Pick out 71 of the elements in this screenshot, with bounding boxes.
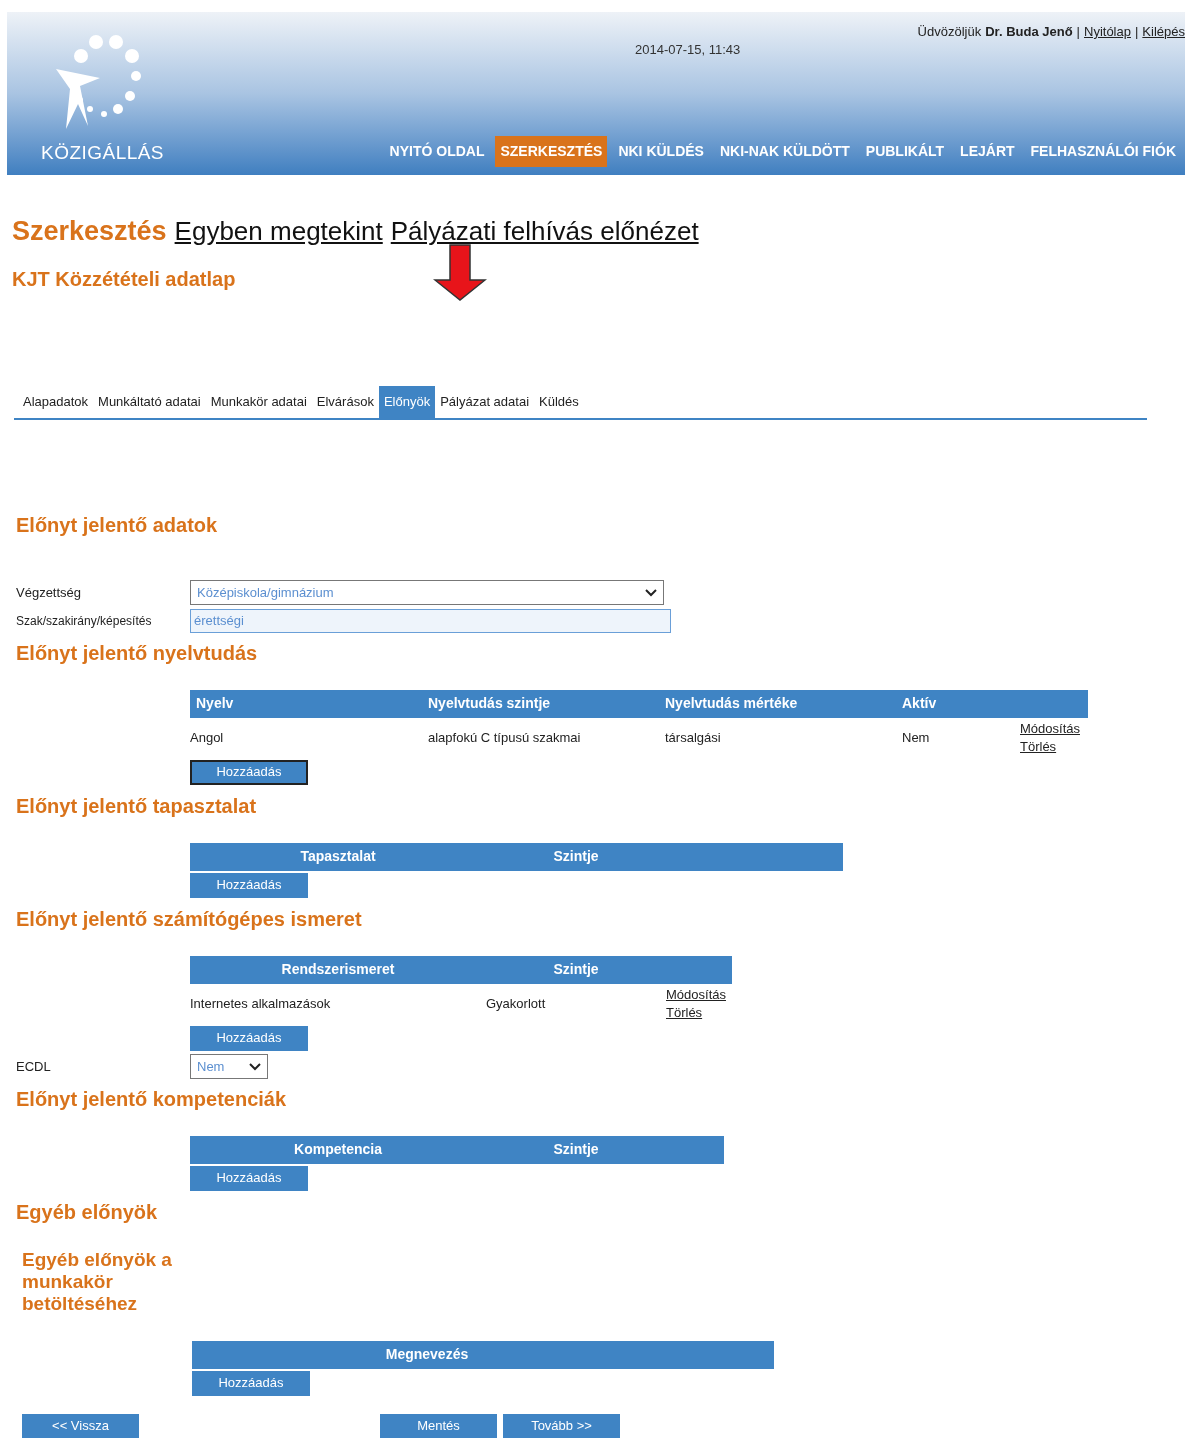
form-tab[interactable]: Elvárások	[311, 385, 379, 418]
section-heading: Előnyt jelentő tapasztalat	[16, 793, 258, 819]
header-link[interactable]: Kilépés	[1142, 22, 1185, 134]
nav-item[interactable]: SZERKESZTÉS	[495, 136, 608, 167]
field-label: Végzettség	[16, 583, 83, 602]
section-heading: Előnyt jelentő nyelvtudás	[16, 640, 259, 666]
arrow-drawing	[433, 243, 488, 302]
table-cell-text: Nem	[902, 728, 931, 747]
table-cell-text: társalgási	[665, 728, 722, 747]
add-button[interactable]: Hozzáadás	[190, 759, 308, 785]
section-heading: Előnyt jelentő adatok	[16, 512, 219, 538]
nav-button[interactable]: << Vissza	[22, 1413, 139, 1438]
nav-button[interactable]: Mentés	[380, 1413, 497, 1438]
datetime: 2014-07-15, 11:43	[635, 41, 741, 59]
column-header: Nyelv	[195, 694, 235, 713]
chevron-down-icon	[644, 587, 658, 598]
header-link[interactable]: Nyitólap	[1084, 22, 1131, 134]
section-heading: Egyéb előnyök	[16, 1199, 159, 1225]
action-link[interactable]: Módosítás	[1020, 719, 1088, 738]
separator-text: |	[1076, 23, 1080, 41]
field-label: Szak/szakirány/képesítés	[16, 612, 153, 630]
table-cell-text: Internetes alkalmazások	[190, 994, 332, 1013]
action-link[interactable]: Módosítás	[666, 985, 732, 1004]
nav-item[interactable]: LEJÁRT	[955, 136, 1020, 167]
column-header: Nyelvtudás mértéke	[665, 694, 799, 713]
column-header: Szintje	[552, 960, 600, 979]
chevron-down-icon	[248, 1061, 262, 1072]
field-label: ECDL	[16, 1057, 52, 1076]
column-header: Aktív	[902, 694, 938, 713]
nav-item[interactable]: FELHASZNÁLÓI FIÓK	[1025, 136, 1181, 167]
add-button[interactable]: Hozzáadás	[190, 1165, 308, 1191]
select-field[interactable]: Nem	[190, 1054, 268, 1080]
nav-button[interactable]: Tovább >>	[503, 1413, 620, 1438]
title-link[interactable]: Pályázati felhívás előnézet	[390, 212, 699, 251]
section-heading: Előnyt jelentő kompetenciák	[16, 1086, 288, 1112]
nav-item[interactable]: NKI KÜLDÉS	[613, 136, 709, 167]
action-link[interactable]: Törlés	[666, 1003, 732, 1022]
user-name: Dr. Buda Jenő	[985, 23, 1073, 41]
table-cell-text: Gyakorlott	[486, 994, 547, 1013]
column-header: Szintje	[552, 847, 600, 866]
table-cell-text: Angol	[190, 728, 225, 747]
add-button[interactable]: Hozzáadás	[190, 1025, 308, 1051]
column-header: Kompetencia	[293, 1140, 383, 1159]
column-header: Megnevezés	[384, 1345, 470, 1364]
nav-item[interactable]: PUBLIKÁLT	[860, 136, 950, 167]
section-heading: Egyéb előnyök a munkakör betöltéséhez	[22, 1248, 173, 1315]
select-field[interactable]: Középiskola/gimnázium	[190, 580, 664, 606]
separator-text: |	[1134, 23, 1139, 41]
greeting-text: Üdvözöljük	[917, 23, 982, 41]
add-button[interactable]: Hozzáadás	[190, 872, 308, 898]
column-header: Szintje	[552, 1140, 600, 1159]
logo-text: KÖZIGÁLLÁS	[41, 140, 165, 165]
form-tab[interactable]: Előnyök	[378, 385, 436, 418]
form-tab[interactable]: Pályázat adatai	[435, 385, 535, 418]
form-tab[interactable]: Alapadatok	[18, 385, 94, 418]
action-link[interactable]: Törlés	[1020, 737, 1088, 756]
nav-item[interactable]: NYITÓ OLDAL	[384, 136, 490, 167]
title-link[interactable]: Egyben megtekint	[174, 212, 383, 251]
nav-item[interactable]: NKI-NAK KÜLDÖTT	[714, 136, 855, 167]
input-field[interactable]: érettségi	[190, 608, 671, 633]
page-title: Szerkesztés	[12, 215, 167, 248]
column-header: Nyelvtudás szintje	[428, 694, 552, 713]
column-header: Tapasztalat	[299, 847, 377, 866]
section-heading: Előnyt jelentő számítógépes ismeret	[16, 906, 363, 932]
table-cell-text: alapfokú C típusú szakmai	[428, 728, 582, 747]
subtitle: KJT Közzétételi adatlap	[12, 266, 236, 292]
form-tab[interactable]: Munkáltató adatai	[93, 385, 206, 418]
column-header: Rendszerismeret	[280, 960, 396, 979]
add-button[interactable]: Hozzáadás	[192, 1370, 310, 1396]
form-tab[interactable]: Munkakör adatai	[205, 385, 312, 418]
form-tab[interactable]: Küldés	[534, 385, 584, 418]
